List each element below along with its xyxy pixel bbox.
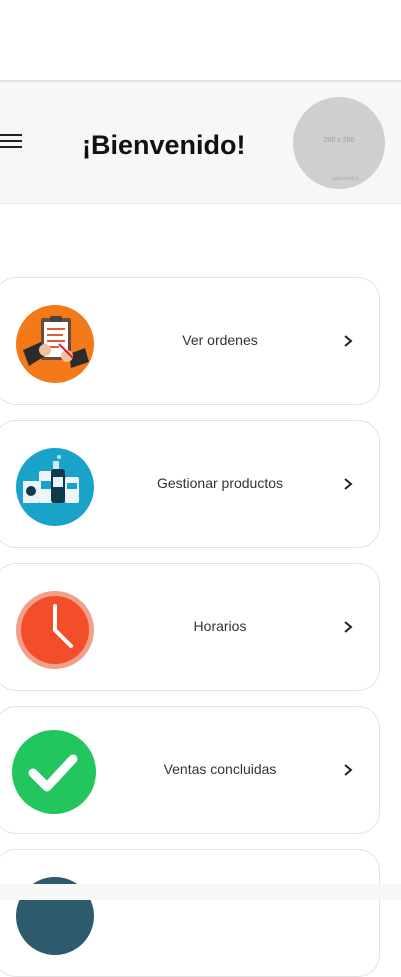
avatar[interactable]: 200 x 200 placehold.it [293, 97, 385, 189]
chevron-right-icon [344, 478, 353, 490]
avatar-placeholder-text: 200 x 200 [323, 137, 355, 144]
check-icon [12, 730, 96, 814]
menu-card-ver-ordenes[interactable]: Ver ordenes [0, 277, 380, 405]
chevron-right-icon [344, 621, 353, 633]
page-title: ¡Bienvenido! [82, 130, 246, 160]
bottom-overlay [0, 884, 401, 900]
avatar-credit: placehold.it [333, 176, 359, 182]
menu-card-label: Horarios [193, 618, 247, 634]
clipboard-order-icon [16, 305, 94, 383]
menu-card-ventas-concluidas[interactable]: Ventas concluidas [0, 706, 380, 834]
chevron-right-icon [344, 335, 353, 347]
menu-card-label: Gestionar productos [156, 475, 284, 491]
menu-card-gestionar-productos[interactable]: Gestionar productos [0, 420, 380, 548]
clock-icon [16, 591, 94, 669]
menu-card-label: Ver ordenes [182, 332, 258, 348]
chevron-right-icon [344, 764, 353, 776]
menu-card-partial[interactable] [0, 849, 380, 977]
menu-card-label: Ventas concluidas [163, 761, 277, 777]
products-icon [16, 448, 94, 526]
menu-card-horarios[interactable]: Horarios [0, 563, 380, 691]
menu-hamburger-icon[interactable] [0, 134, 22, 148]
